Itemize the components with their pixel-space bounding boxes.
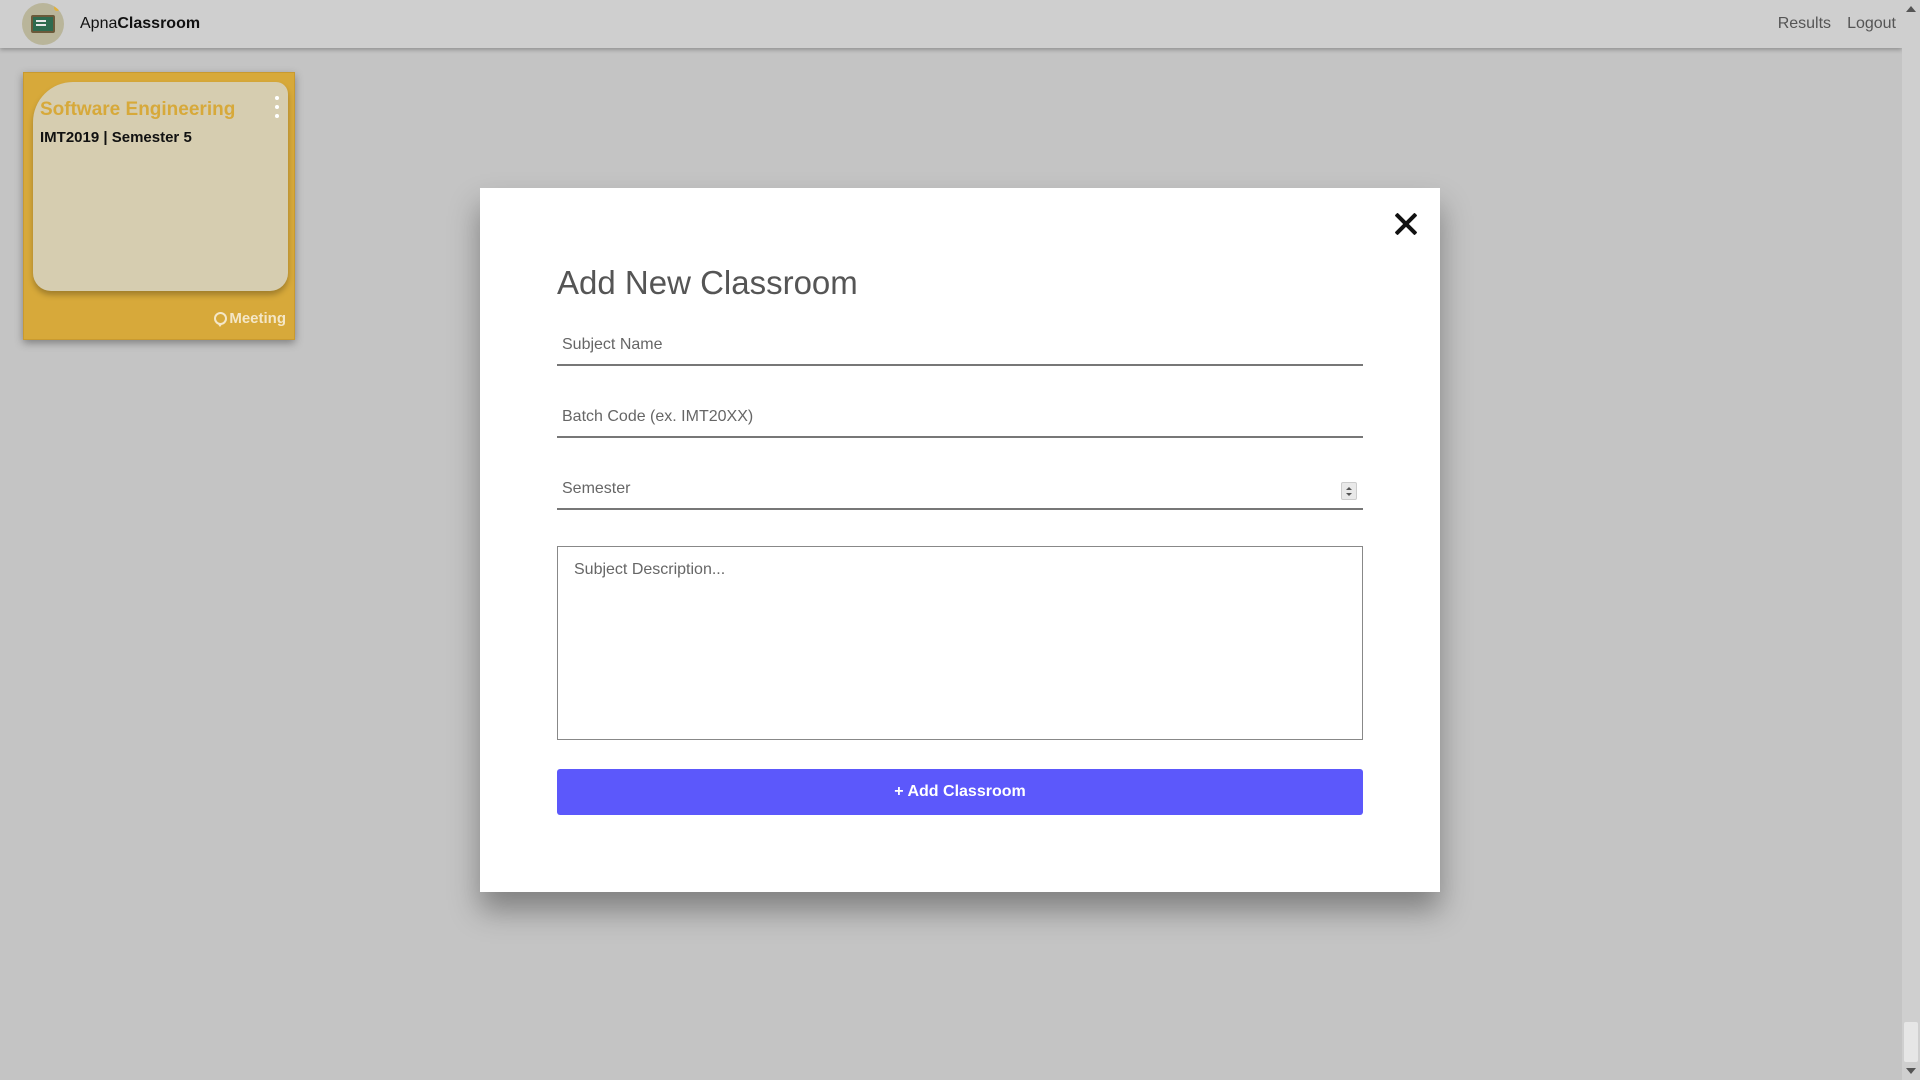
app-logo[interactable] [22,3,64,45]
kebab-dot [275,96,279,100]
spinner-down-icon[interactable] [1346,492,1352,496]
more-vert-icon[interactable] [272,96,282,118]
add-classroom-modal: Add New Classroom + Add Classroom [480,188,1440,892]
brand-name[interactable]: ApnaClassroom [80,15,200,33]
number-spinner-icon[interactable] [1341,482,1357,500]
brand-suffix: Classroom [117,15,201,32]
nav-links: Results Logout [1778,15,1896,33]
scroll-down-icon[interactable] [1906,1068,1916,1074]
kebab-dot [275,105,279,109]
add-classroom-button[interactable]: + Add Classroom [557,769,1363,815]
classroom-card[interactable]: Software Engineering IMT2019 | Semester … [23,72,295,340]
subject-name-input[interactable] [557,326,1363,366]
page-scrollbar[interactable] [1902,0,1920,1080]
kebab-dot [275,114,279,118]
subject-description-textarea[interactable] [557,546,1363,740]
batch-code-input[interactable] [557,398,1363,438]
brand-prefix: Apna [80,15,118,32]
nav-link-results[interactable]: Results [1778,15,1831,33]
chat-bubble-icon [214,312,228,327]
scroll-thumb[interactable] [1904,1022,1918,1062]
meeting-link[interactable]: Meeting [214,310,286,327]
spinner-up-icon[interactable] [1346,486,1352,490]
semester-field [557,470,1363,510]
card-subtitle: IMT2019 | Semester 5 [40,129,192,146]
card-title[interactable]: Software Engineering [40,99,235,121]
modal-title: Add New Classroom [557,264,858,301]
star-icon [54,5,60,11]
scroll-up-icon[interactable] [1906,6,1916,12]
top-navbar: ApnaClassroom Results Logout [0,0,1902,48]
classroom-board-icon [31,15,55,33]
meeting-label: Meeting [229,310,286,327]
close-icon[interactable] [1392,210,1420,238]
nav-link-logout[interactable]: Logout [1847,15,1896,33]
semester-input[interactable] [557,470,1363,510]
